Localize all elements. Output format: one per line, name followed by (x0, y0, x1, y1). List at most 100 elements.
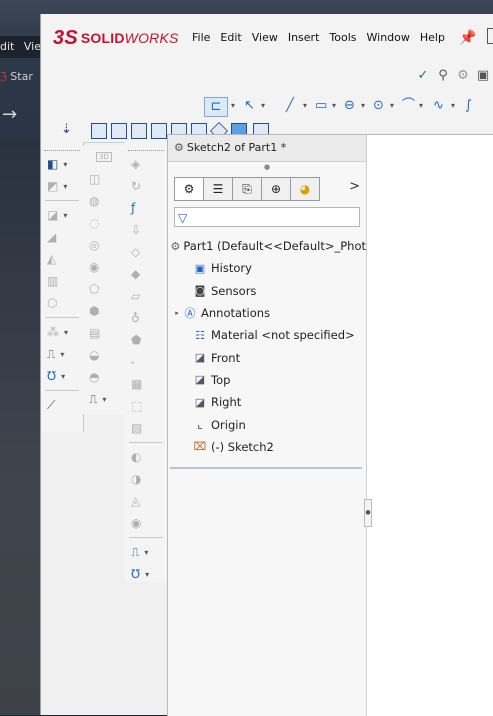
knit-surface-tool[interactable]: ◒ (83, 344, 125, 366)
magnify-icon[interactable]: ⚲ (435, 68, 451, 84)
chevron-down-icon[interactable]: ▾ (231, 97, 235, 115)
tree-node-top-plane[interactable]: ◪ Top (168, 369, 366, 391)
graphics-area[interactable] (366, 135, 493, 716)
options-icon[interactable]: ⚙ (455, 68, 471, 84)
more-tabs-button[interactable]: > (349, 179, 360, 194)
rectangle-icon[interactable]: ▭ (315, 97, 327, 115)
menu-view[interactable]: View (247, 26, 283, 49)
tree-node-history[interactable]: ▣ History (168, 257, 366, 279)
front-view-icon[interactable] (91, 123, 107, 139)
tree-node-sketch2[interactable]: ⌧ (-) Sketch2 (168, 436, 366, 458)
chevron-down-icon[interactable]: ▾ (361, 97, 365, 115)
sheetmetal-tool-12[interactable]: ⬚ (125, 395, 167, 417)
extruded-cut-tool[interactable]: ◪ ▾ (41, 204, 83, 226)
pin-icon[interactable]: 📌 (459, 30, 476, 46)
lofted-surface-tool[interactable]: ◎ (83, 234, 125, 256)
sheetmetal-tool-5[interactable]: ◇ (125, 241, 167, 263)
tab-displaymanager[interactable]: ◕ (290, 177, 320, 201)
filled-surface-tool[interactable]: ⬠ (83, 278, 125, 300)
sheetmetal-tool-16[interactable]: ◬ (125, 490, 167, 512)
toolbar-grip[interactable] (44, 146, 80, 151)
chevron-down-icon[interactable]: ▾ (332, 97, 336, 115)
arc-icon[interactable]: ⌒ (402, 97, 415, 115)
sheetmetal-tool-17[interactable]: ◉ (125, 512, 167, 534)
curve-icon[interactable]: ∫ (465, 97, 472, 115)
thicken-tool[interactable]: ◓ (83, 366, 125, 388)
toolbar-icon[interactable]: ▣ (475, 68, 491, 84)
panel-handle[interactable]: ● (264, 163, 270, 171)
tab-propertymanager[interactable]: ☰ (203, 177, 233, 201)
chevron-down-icon[interactable]: ▾ (102, 395, 106, 404)
menu-edit[interactable]: Edit (215, 26, 246, 49)
menu-file[interactable]: File (187, 26, 215, 49)
chevron-down-icon[interactable]: ▾ (419, 97, 423, 115)
sheetmetal-tool-7[interactable]: ▱ (125, 285, 167, 307)
reference-geometry-tool-2[interactable]: ⎍ ▾ (83, 388, 125, 410)
spellcheck-icon[interactable]: ✓ (415, 68, 431, 84)
sheetmetal-tool-9[interactable]: ⬟ (125, 329, 167, 351)
boundary-surface-tool[interactable]: ◉ (83, 256, 125, 278)
tab-featuremanager[interactable]: ⚙ (174, 177, 204, 201)
menu-insert[interactable]: Insert (283, 26, 325, 49)
3d-sketch-tool[interactable]: 3D (83, 146, 125, 168)
fillet-tool[interactable]: ◢ (41, 226, 83, 248)
tree-node-front-plane[interactable]: ◪ Front (168, 346, 366, 368)
linear-pattern-tool[interactable]: ⁂ ▾ (41, 321, 83, 343)
menu-help[interactable]: Help (415, 26, 450, 49)
tree-node-sensors[interactable]: ◙ Sensors (168, 280, 366, 302)
panel-collapse-handle[interactable]: ● (364, 499, 372, 527)
window-restore-button[interactable] (487, 28, 493, 44)
line-icon[interactable]: ╱ (286, 97, 294, 115)
smart-dimension-icon[interactable]: ↖ (244, 97, 255, 115)
sheetmetal-tool-4[interactable]: ⇩ (125, 219, 167, 241)
swept-surface-tool[interactable]: ◌ (83, 212, 125, 234)
chevron-down-icon[interactable]: ▾ (61, 372, 65, 381)
curves-tool-2[interactable]: ℧ ▾ (125, 563, 167, 585)
sheetmetal-tool-10[interactable]: ⬞ (125, 351, 167, 373)
tree-node-part[interactable]: ⚙ Part1 (Default<<Default>_Phot (168, 235, 367, 257)
chevron-down-icon[interactable]: ▾ (60, 350, 64, 359)
circle-icon[interactable]: ⊙ (373, 97, 384, 115)
tree-node-origin[interactable]: ⌞ Origin (168, 413, 366, 435)
revolve-tool[interactable]: ◩ ▾ (41, 175, 83, 197)
sheetmetal-tool-2[interactable]: ↻ (125, 175, 167, 197)
left-view-icon[interactable] (131, 123, 147, 139)
shell-tool[interactable]: ⬡ (41, 292, 83, 314)
offset-surface-tool[interactable]: ⬢ (83, 300, 125, 322)
solidworks-logo[interactable]: 3S SOLID WORKS (53, 24, 179, 52)
rib-tool[interactable]: ▥ (41, 270, 83, 292)
right-view-icon[interactable] (151, 123, 167, 139)
slot-icon[interactable]: ⊖ (344, 97, 355, 115)
tree-node-annotations[interactable]: ▸ Ⓐ Annotations (168, 302, 366, 324)
sheetmetal-tool-6[interactable]: ◆ (125, 263, 167, 285)
sheetmetal-tool-11[interactable]: ▦ (125, 373, 167, 395)
sketch-mode-icon[interactable]: ⊏ (204, 97, 228, 117)
tab-dimxpertmanager[interactable]: ⊕ (261, 177, 291, 201)
chevron-down-icon[interactable]: ▾ (63, 182, 67, 191)
spline-icon[interactable]: ∿ (433, 97, 444, 115)
sheetmetal-tool-1[interactable]: ◈ (125, 153, 167, 175)
sheetmetal-tool-13[interactable]: ▧ (125, 417, 167, 439)
chevron-down-icon[interactable]: ▾ (63, 211, 67, 220)
tab-configurationmanager[interactable]: ⎘ (232, 177, 262, 201)
chamfer-tool[interactable]: ◭ (41, 248, 83, 270)
chevron-down-icon[interactable]: ▾ (451, 97, 455, 115)
chevron-down-icon[interactable]: ▾ (303, 97, 307, 115)
chevron-down-icon[interactable]: ▾ (144, 548, 148, 557)
menu-tools[interactable]: Tools (324, 26, 361, 49)
chevron-down-icon[interactable]: ▾ (261, 97, 265, 115)
sheetmetal-tool-14[interactable]: ◐ (125, 446, 167, 468)
reference-geometry-tool[interactable]: ⎍ ▾ (41, 343, 83, 365)
sheetmetal-tool-3[interactable]: ƒ (125, 197, 167, 219)
curves-tool[interactable]: ℧ ▾ (41, 365, 83, 387)
toolbar-grip[interactable] (128, 146, 164, 151)
extruded-boss-tool[interactable]: ◧ ▾ (41, 153, 83, 175)
back-view-icon[interactable] (111, 123, 127, 139)
tree-node-right-plane[interactable]: ◪ Right (168, 391, 366, 413)
tree-node-material[interactable]: ☷ Material <not specified> (168, 324, 366, 346)
chevron-down-icon[interactable]: ▾ (390, 97, 394, 115)
revolved-surface-tool[interactable]: ◍ (83, 190, 125, 212)
chevron-down-icon[interactable]: ▾ (63, 160, 67, 169)
reference-geometry-tool-3[interactable]: ⎍ ▾ (125, 541, 167, 563)
sheetmetal-tool-8[interactable]: ♁ (125, 307, 167, 329)
